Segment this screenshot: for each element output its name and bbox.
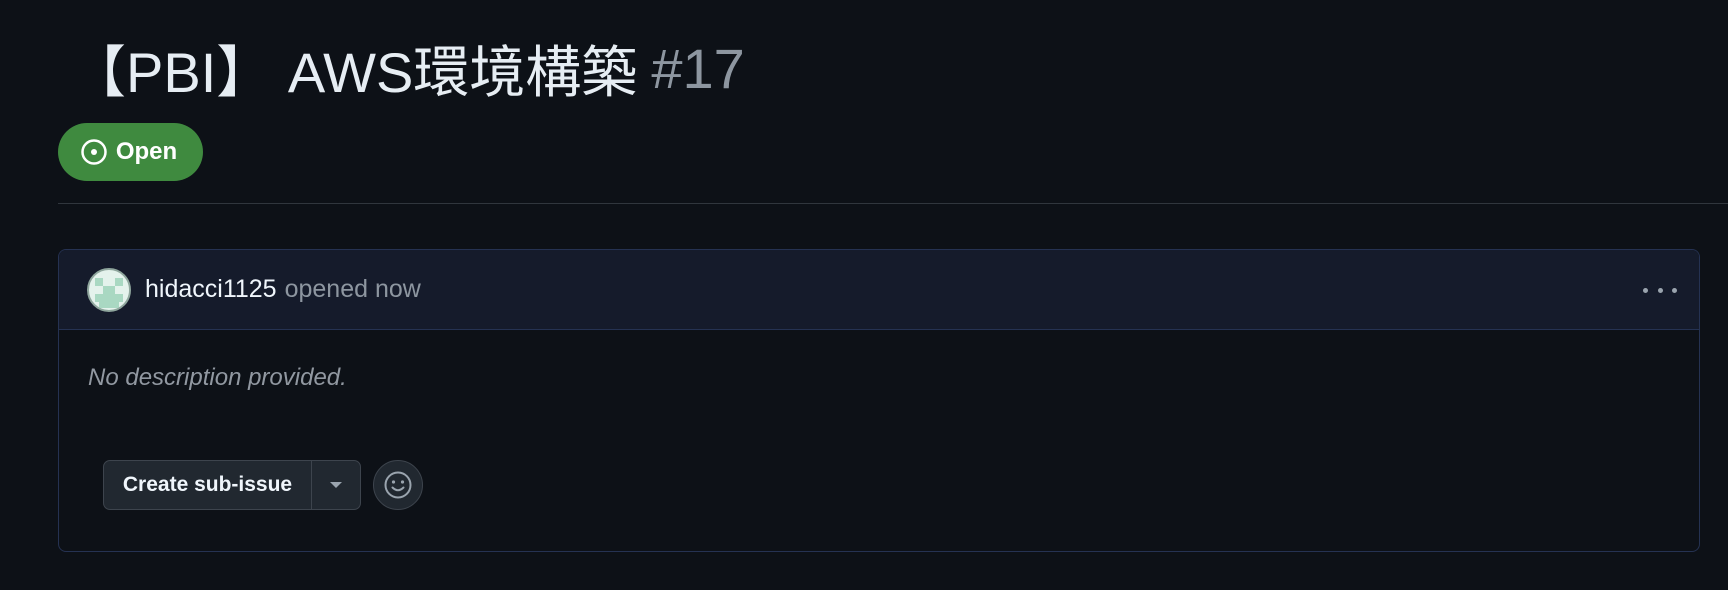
issue-body-comment: hidacci1125 opened now No description pr…: [58, 249, 1700, 552]
issue-page: 【PBI】 AWS環境構築 #17 Open hidacci1125 opene…: [0, 0, 1728, 590]
comment-header: hidacci1125 opened now: [59, 250, 1699, 330]
author-avatar[interactable]: [87, 267, 131, 312]
kebab-horizontal-icon: [1643, 287, 1648, 293]
create-sub-issue-button[interactable]: Create sub-issue: [104, 461, 312, 509]
comment-body: No description provided. Create sub-issu…: [59, 330, 1699, 551]
comment-timestamp: opened now: [284, 275, 421, 303]
issue-state-badge: Open: [58, 123, 203, 181]
smiley-icon: [384, 471, 412, 499]
header-divider: [58, 203, 1728, 204]
no-description-text: No description provided.: [88, 364, 347, 391]
comment-author-link[interactable]: hidacci1125: [145, 275, 277, 304]
issue-opened-icon: [81, 139, 107, 165]
issue-title: 【PBI】 AWS環境構築: [70, 40, 638, 104]
issue-number: #17: [651, 36, 745, 100]
create-sub-issue-dropdown-button[interactable]: [312, 461, 360, 509]
issue-state-label: Open: [115, 138, 178, 165]
triangle-down-icon: [330, 482, 342, 488]
create-sub-issue-button-group: Create sub-issue: [103, 460, 361, 510]
comment-options-button[interactable]: [1643, 276, 1677, 304]
add-reaction-button[interactable]: [373, 460, 423, 510]
issue-title-row: 【PBI】 AWS環境構築 #17: [70, 30, 745, 106]
